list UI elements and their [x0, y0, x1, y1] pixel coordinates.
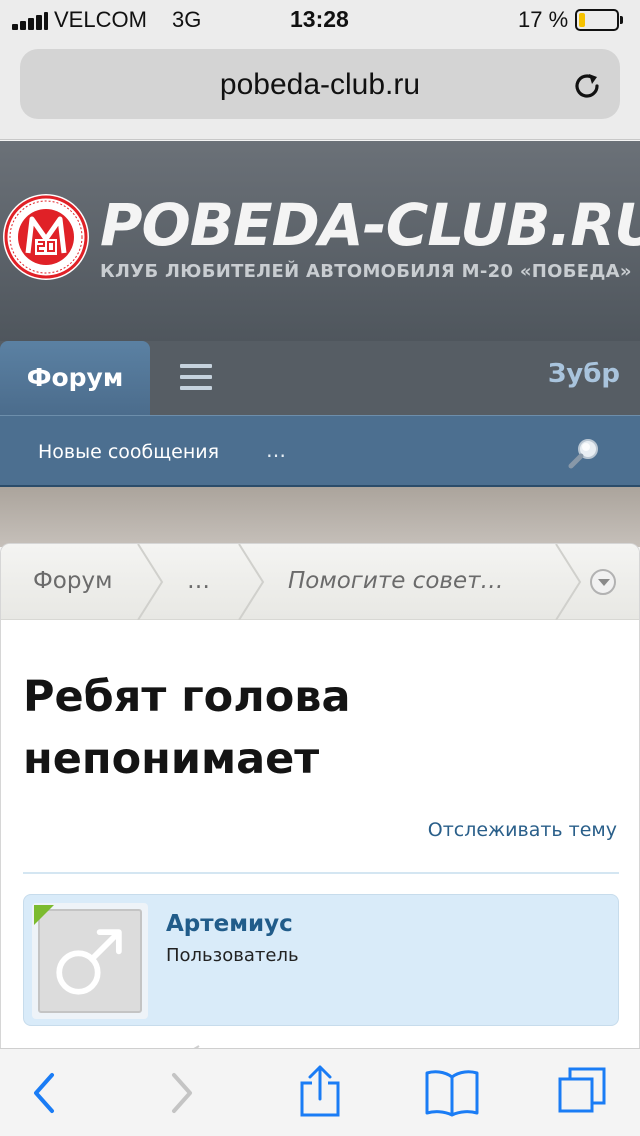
breadcrumb-separator [555, 544, 582, 620]
breadcrumb-separator [238, 544, 265, 620]
network-type: 3G [172, 7, 202, 32]
watch-thread-link[interactable]: Отслеживать тему [428, 819, 617, 841]
battery-icon [575, 9, 623, 31]
battery-fill [579, 13, 586, 27]
new-posts-link[interactable]: Новые сообщения [38, 441, 219, 463]
breadcrumb-ellipsis[interactable]: … [187, 568, 210, 594]
reload-icon[interactable] [570, 69, 604, 103]
nav-user-link[interactable]: Зубр [548, 359, 620, 389]
male-symbol-icon [56, 929, 122, 995]
address-bar[interactable]: pobeda-club.ru [20, 49, 620, 119]
post-username[interactable]: Артемиус [166, 911, 293, 937]
tab-forum[interactable]: Форум [0, 341, 150, 415]
breadcrumb-thread[interactable]: Помогите совет… [288, 568, 504, 594]
battery-percent: 17 % [518, 7, 569, 32]
status-bar: VELCOM 3G 13:28 17 % [0, 0, 640, 40]
thread-title-line2: непонимает [23, 734, 320, 784]
search-icon[interactable] [568, 436, 602, 470]
browser-address-area: pobeda-club.ru [0, 40, 640, 140]
post-author-card: Артемиус Пользователь [23, 894, 619, 1026]
forward-arrow-icon[interactable] [168, 1069, 198, 1117]
divider [23, 872, 619, 874]
breadcrumb-forum[interactable]: Форум [33, 568, 112, 594]
main-nav: Форум Зубр [0, 341, 640, 415]
url-text[interactable]: pobeda-club.ru [20, 68, 620, 102]
site-subtitle: КЛУБ ЛЮБИТЕЛЕЙ АВТОМОБИЛЯ М-20 «ПОБЕДА» [100, 261, 632, 282]
back-arrow-icon[interactable] [28, 1069, 58, 1117]
club-emblem-icon[interactable] [2, 193, 90, 281]
more-menu-link[interactable]: … [266, 438, 288, 462]
page-background [0, 487, 640, 547]
site-title[interactable]: POBEDA-CLUB.RU [100, 191, 640, 259]
chevron-down-icon[interactable] [590, 569, 616, 595]
content-panel: Форум … Помогите совет… Ребят голова неп… [0, 543, 640, 1063]
thread-title-line1: Ребят голова [23, 672, 351, 722]
carrier-name: VELCOM [54, 7, 147, 32]
sub-nav: Новые сообщения … [0, 415, 640, 487]
browser-toolbar [0, 1048, 640, 1136]
hamburger-icon[interactable] [180, 364, 212, 390]
online-indicator [34, 905, 54, 925]
bookmarks-icon[interactable] [424, 1067, 480, 1117]
post-user-title: Пользователь [166, 945, 299, 966]
breadcrumb: Форум … Помогите совет… [1, 544, 639, 620]
clock: 13:28 [290, 6, 349, 32]
signal-icon [12, 12, 48, 30]
share-icon[interactable] [298, 1063, 342, 1119]
thread-title: Ребят голова непонимает [23, 666, 613, 790]
tabs-icon[interactable] [556, 1065, 608, 1117]
site-header: POBEDA-CLUB.RU КЛУБ ЛЮБИТЕЛЕЙ АВТОМОБИЛЯ… [0, 141, 640, 341]
breadcrumb-separator [137, 544, 164, 620]
